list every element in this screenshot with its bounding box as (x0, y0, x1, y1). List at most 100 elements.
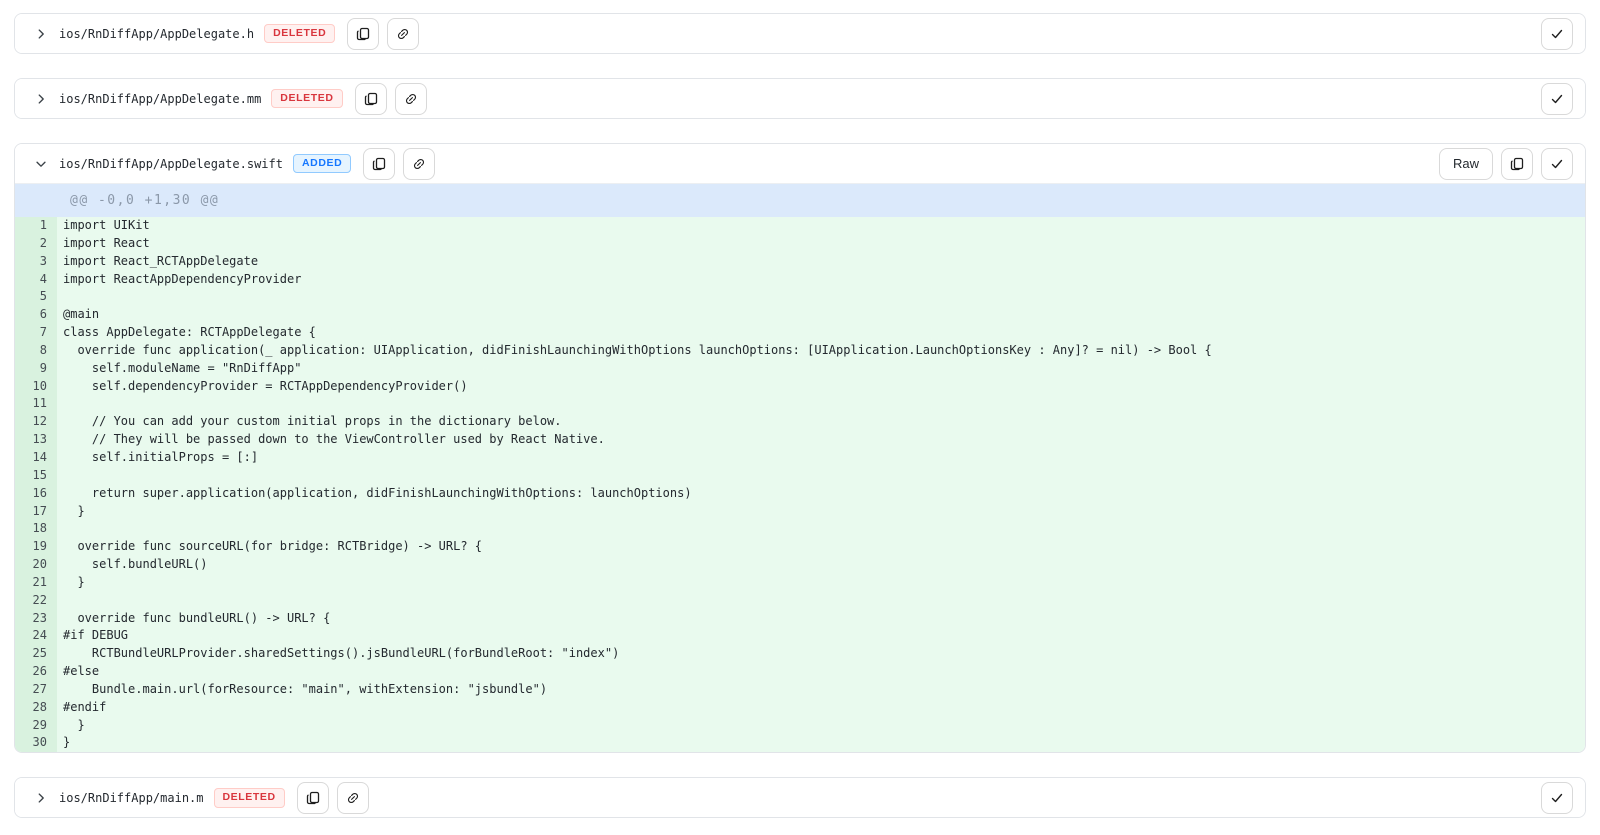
line-number: 27 (15, 681, 57, 699)
file-header-row[interactable]: ios/RnDiffApp/AppDelegate.swift ADDED Ra… (15, 144, 1585, 184)
code-line-row: 27 Bundle.main.url(forResource: "main", … (15, 681, 1585, 699)
file-path: ios/RnDiffApp/main.m (59, 791, 204, 805)
line-content: #if DEBUG (57, 627, 1585, 645)
line-content: } (57, 503, 1585, 521)
file-path: ios/RnDiffApp/AppDelegate.h (59, 27, 254, 41)
code-line-row: 13 // They will be passed down to the Vi… (15, 431, 1585, 449)
status-badge: DELETED (214, 788, 285, 808)
copy-path-button[interactable] (363, 148, 395, 180)
file-path: ios/RnDiffApp/AppDelegate.swift (59, 157, 283, 171)
copy-icon (355, 26, 371, 42)
line-content: } (57, 574, 1585, 592)
line-content: import UIKit (57, 217, 1585, 235)
code-line-row: 1import UIKit (15, 217, 1585, 235)
line-content: override func sourceURL(for bridge: RCTB… (57, 538, 1585, 556)
line-content: self.bundleURL() (57, 556, 1585, 574)
line-content (57, 467, 1585, 485)
line-number: 20 (15, 556, 57, 574)
code-line-row: 19 override func sourceURL(for bridge: R… (15, 538, 1585, 556)
line-number: 24 (15, 627, 57, 645)
mark-done-button[interactable] (1541, 18, 1573, 50)
code-line-row: 5 (15, 288, 1585, 306)
code-line-row: 2import React (15, 235, 1585, 253)
line-content: } (57, 717, 1585, 735)
mark-done-button[interactable] (1541, 782, 1573, 814)
copy-icon (363, 91, 379, 107)
line-number: 17 (15, 503, 57, 521)
line-content: // You can add your custom initial props… (57, 413, 1585, 431)
line-number: 8 (15, 342, 57, 360)
code-line-row: 30} (15, 734, 1585, 752)
line-number: 19 (15, 538, 57, 556)
line-number: 13 (15, 431, 57, 449)
line-number: 21 (15, 574, 57, 592)
line-content: self.dependencyProvider = RCTAppDependen… (57, 378, 1585, 396)
code-line-row: 26#else (15, 663, 1585, 681)
line-number: 14 (15, 449, 57, 467)
check-icon (1549, 26, 1565, 42)
code-line-row: 21 } (15, 574, 1585, 592)
status-badge: DELETED (271, 89, 342, 109)
line-number: 9 (15, 360, 57, 378)
code-line-row: 6@main (15, 306, 1585, 324)
line-number: 18 (15, 520, 57, 538)
line-number: 29 (15, 717, 57, 735)
line-number: 11 (15, 395, 57, 413)
file-card: ios/RnDiffApp/AppDelegate.mm DELETED (14, 78, 1586, 119)
code-line-row: 16 return super.application(application,… (15, 485, 1585, 503)
line-content: #else (57, 663, 1585, 681)
status-badge: ADDED (293, 154, 351, 174)
file-header-row[interactable]: ios/RnDiffApp/AppDelegate.mm DELETED (15, 79, 1585, 118)
copy-content-button[interactable] (1501, 148, 1533, 180)
copy-path-button[interactable] (297, 782, 329, 814)
line-content: import ReactAppDependencyProvider (57, 271, 1585, 289)
line-content: } (57, 734, 1585, 752)
link-icon (395, 26, 411, 42)
line-content: override func bundleURL() -> URL? { (57, 610, 1585, 628)
copy-path-button[interactable] (347, 18, 379, 50)
chevron-right-icon[interactable] (33, 790, 49, 806)
code-line-row: 23 override func bundleURL() -> URL? { (15, 610, 1585, 628)
diff-code: 1import UIKit2import React3import React_… (15, 217, 1585, 752)
code-line-row: 22 (15, 592, 1585, 610)
hunk-header: @@ -0,0 +1,30 @@ (15, 184, 1585, 217)
link-button[interactable] (395, 83, 427, 115)
chevron-down-icon[interactable] (33, 156, 49, 172)
mark-done-button[interactable] (1541, 148, 1573, 180)
code-line-row: 25 RCTBundleURLProvider.sharedSettings()… (15, 645, 1585, 663)
file-header-row[interactable]: ios/RnDiffApp/main.m DELETED (15, 778, 1585, 817)
line-number: 6 (15, 306, 57, 324)
status-badge: DELETED (264, 24, 335, 44)
chevron-right-icon[interactable] (33, 26, 49, 42)
link-button[interactable] (403, 148, 435, 180)
code-line-row: 11 (15, 395, 1585, 413)
line-content: #endif (57, 699, 1585, 717)
file-card: ios/RnDiffApp/main.m DELETED (14, 777, 1586, 818)
file-header-row[interactable]: ios/RnDiffApp/AppDelegate.h DELETED (15, 14, 1585, 53)
copy-path-button[interactable] (355, 83, 387, 115)
link-button[interactable] (387, 18, 419, 50)
code-line-row: 28#endif (15, 699, 1585, 717)
mark-done-button[interactable] (1541, 83, 1573, 115)
line-number: 2 (15, 235, 57, 253)
line-content (57, 592, 1585, 610)
link-icon (403, 91, 419, 107)
check-icon (1549, 790, 1565, 806)
check-icon (1549, 91, 1565, 107)
line-content: self.moduleName = "RnDiffApp" (57, 360, 1585, 378)
code-line-row: 10 self.dependencyProvider = RCTAppDepen… (15, 378, 1585, 396)
line-content (57, 520, 1585, 538)
link-button[interactable] (337, 782, 369, 814)
file-path: ios/RnDiffApp/AppDelegate.mm (59, 92, 261, 106)
chevron-right-icon[interactable] (33, 91, 49, 107)
line-content (57, 395, 1585, 413)
raw-button[interactable]: Raw (1439, 148, 1493, 180)
code-line-row: 12 // You can add your custom initial pr… (15, 413, 1585, 431)
line-number: 7 (15, 324, 57, 342)
line-content: @main (57, 306, 1585, 324)
code-line-row: 3import React_RCTAppDelegate (15, 253, 1585, 271)
code-line-row: 4import ReactAppDependencyProvider (15, 271, 1585, 289)
line-number: 5 (15, 288, 57, 306)
line-number: 16 (15, 485, 57, 503)
check-icon (1549, 156, 1565, 172)
